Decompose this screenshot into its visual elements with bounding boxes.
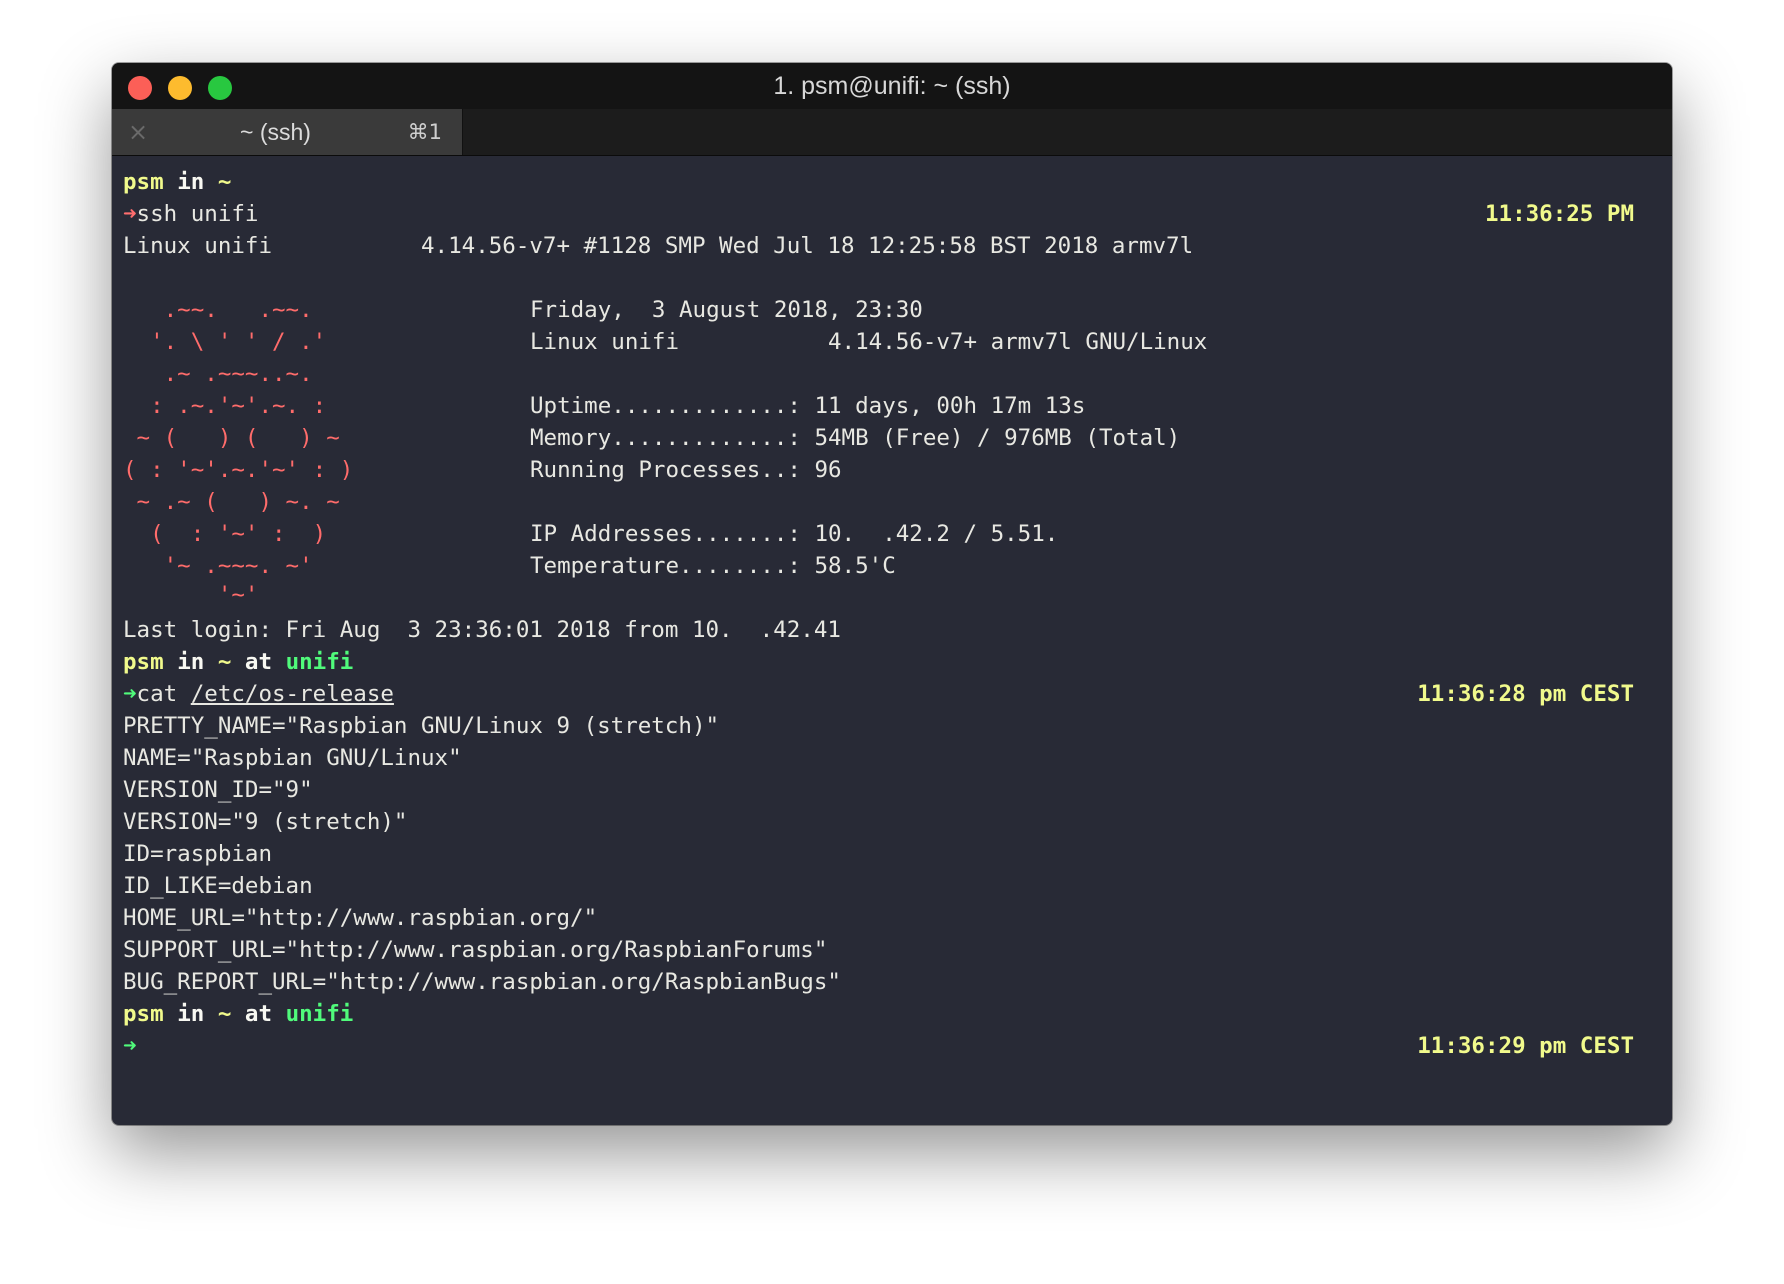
output-line: HOME_URL="http://www.raspbian.org/" xyxy=(123,905,598,931)
prompt-dir: ~ xyxy=(217,169,232,195)
motd-ip-addresses: IP Addresses.......: 10. .42.2 / 5.51. xyxy=(530,521,1059,547)
prompt-dir: ~ xyxy=(217,1001,232,1027)
motd-art-line: '~ .~~~. ~' xyxy=(123,553,313,579)
output-line: PRETTY_NAME="Raspbian GNU/Linux 9 (stret… xyxy=(123,713,720,739)
prompt-arrow-icon: ➜ xyxy=(123,1033,137,1059)
prompt-host: unifi xyxy=(285,649,354,675)
output-line: NAME="Raspbian GNU/Linux" xyxy=(123,745,462,771)
motd-art-line: ( : '~'.~.'~' : ) xyxy=(123,457,354,483)
prompt-line: psm in ~ at unifi xyxy=(123,998,353,1030)
prompt-arrow-icon: ➜ xyxy=(123,681,137,707)
terminal-output[interactable]: psm in ~ ➜ssh unifi 11:36:25 PM Linux un… xyxy=(112,156,1672,1125)
title-bar[interactable]: 1. psm@unifi: ~ (ssh) xyxy=(112,63,1672,109)
motd-art-line: .~~. .~~. xyxy=(123,297,313,323)
output-line: ID=raspbian xyxy=(123,841,273,867)
prompt-at: at xyxy=(244,649,273,675)
output-line: BUG_REPORT_URL="http://www.raspbian.org/… xyxy=(123,969,841,995)
motd-art-line: ( : '~' : ) xyxy=(123,521,327,547)
tab-label: ~ (ssh) xyxy=(240,119,311,145)
tab-bar: × ~ (ssh) ⌘1 xyxy=(112,109,1672,156)
output-line: VERSION_ID="9" xyxy=(123,777,313,803)
prompt-dir: ~ xyxy=(217,649,232,675)
prompt-arrow-icon: ➜ xyxy=(123,201,137,227)
prompt-at: at xyxy=(244,1001,273,1027)
motd-art-line: .~ .~~~..~. xyxy=(123,361,313,387)
output-line: SUPPORT_URL="http://www.raspbian.org/Ras… xyxy=(123,937,828,963)
uname-output: Linux unifi 4.14.56-v7+ #1128 SMP Wed Ju… xyxy=(123,233,1194,259)
tab-close-icon[interactable]: × xyxy=(128,109,148,155)
output-line: ID_LIKE=debian xyxy=(123,873,313,899)
prompt-in: in xyxy=(177,649,205,675)
command-line[interactable]: ➜ xyxy=(123,1030,137,1062)
command-timestamp: 11:36:29 pm CEST xyxy=(1417,1033,1634,1059)
motd-date: Friday, 3 August 2018, 23:30 xyxy=(530,297,923,323)
tab-shortcut: ⌘1 xyxy=(407,120,442,144)
command-path-link[interactable]: /etc/os-release xyxy=(191,681,394,707)
motd-processes: Running Processes..: 96 xyxy=(530,457,842,483)
command-text: ssh unifi xyxy=(136,201,259,227)
motd-art-line: ~ ( ) ( ) ~ xyxy=(123,425,340,451)
prompt-host: unifi xyxy=(285,1001,354,1027)
last-login: Last login: Fri Aug 3 23:36:01 2018 from… xyxy=(123,617,841,643)
motd-uptime: Uptime.............: 11 days, 00h 17m 13… xyxy=(530,393,1086,419)
command-name: cat xyxy=(136,681,178,707)
motd-art-line: '. \ ' ' / .' xyxy=(123,329,327,355)
output-line: VERSION="9 (stretch)" xyxy=(123,809,408,835)
motd-memory: Memory.............: 54MB (Free) / 976MB… xyxy=(530,425,1181,451)
prompt-user: psm xyxy=(123,649,164,675)
prompt-line: psm in ~ at unifi xyxy=(123,646,353,678)
prompt-user: psm xyxy=(123,169,164,195)
prompt-in: in xyxy=(177,169,205,195)
motd-art-line: : .~.'~'.~. : xyxy=(123,393,327,419)
prompt-user: psm xyxy=(123,1001,164,1027)
command-line: ➜cat /etc/os-release xyxy=(123,678,394,710)
command-line: ➜ssh unifi xyxy=(123,198,258,230)
prompt-in: in xyxy=(177,1001,205,1027)
motd-art-line: ~ .~ ( ) ~. ~ xyxy=(123,489,340,515)
command-timestamp: 11:36:25 PM xyxy=(1484,201,1634,227)
motd-temperature: Temperature........: 58.5'C xyxy=(530,553,896,579)
window-title: 1. psm@unifi: ~ (ssh) xyxy=(773,72,1011,100)
prompt-line: psm in ~ xyxy=(123,166,231,198)
tab-ssh[interactable]: × ~ (ssh) ⌘1 xyxy=(112,109,463,155)
command-timestamp: 11:36:28 pm CEST xyxy=(1417,681,1634,707)
motd-art-line: '~' xyxy=(123,582,259,608)
motd-system: Linux unifi 4.14.56-v7+ armv7l GNU/Linux xyxy=(530,329,1208,355)
terminal-window: 1. psm@unifi: ~ (ssh) × ~ (ssh) ⌘1 psm i… xyxy=(112,63,1672,1125)
